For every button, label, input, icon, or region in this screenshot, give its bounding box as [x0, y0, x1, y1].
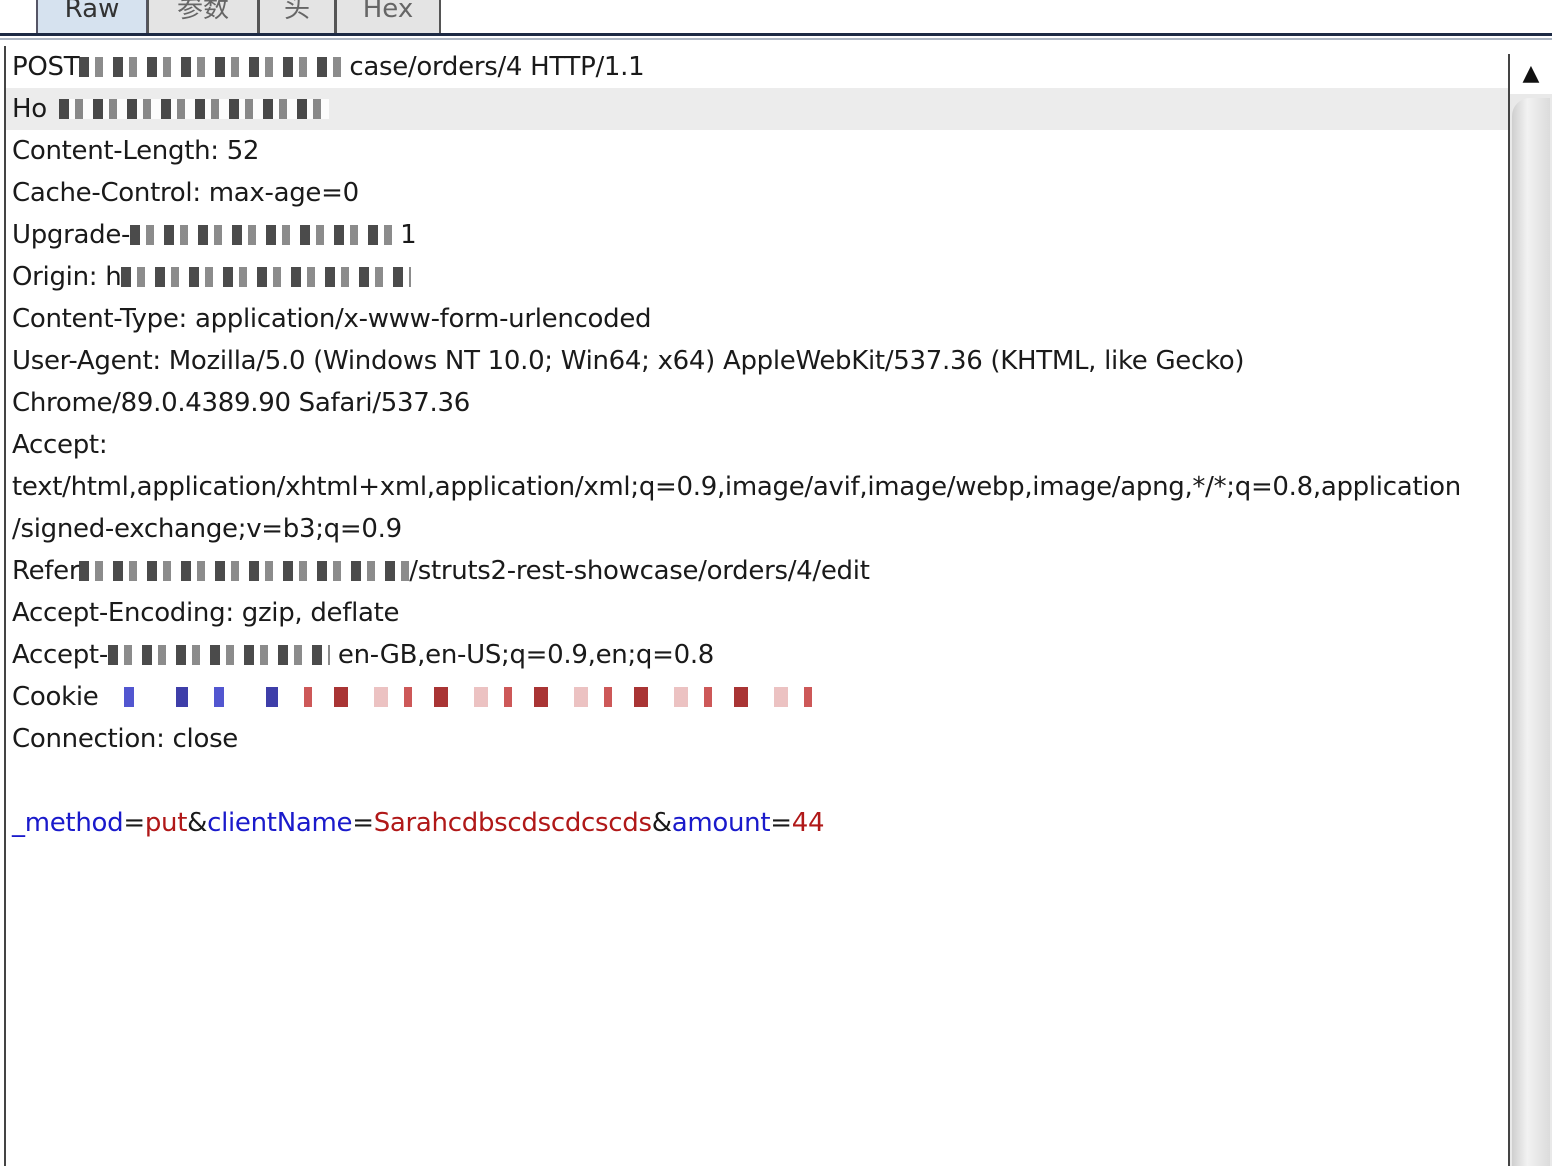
header-host: Ho	[6, 88, 1510, 130]
body-param-name: clientName	[207, 808, 353, 838]
header-origin: Origin: h	[6, 256, 1510, 298]
tab-divider-shadow	[0, 38, 1552, 40]
body-ampersand: &	[651, 808, 672, 838]
header-cookie: Cookie	[6, 676, 1510, 718]
header-accept-value: text/html,application/xhtml+xml,applicat…	[12, 472, 1461, 502]
header-cache-control: Cache-Control: max-age=0	[12, 178, 359, 208]
header-accept: Accept:	[12, 430, 108, 460]
redacted-block	[124, 687, 305, 707]
header-host-label: Ho	[12, 94, 47, 124]
message-editor-window: Raw 参数 头 Hex POST case/orders/4 HTTP/1.1 …	[0, 0, 1552, 1166]
tab-raw[interactable]: Raw	[36, 0, 148, 34]
header-upgrade-value: 1	[392, 220, 417, 250]
vertical-scrollbar[interactable]: ▲	[1508, 54, 1552, 1166]
header-accept-language-label: Accept-	[12, 640, 108, 670]
redacted-block	[79, 57, 350, 77]
body-param-value: put	[144, 808, 188, 838]
header-accept-language-value: en-GB,en-US;q=0.9,en;q=0.8	[329, 640, 715, 670]
request-path: case/orders/4 HTTP/1.1	[349, 52, 645, 82]
redacted-block	[58, 99, 329, 119]
request-body: _method=put&clientName=Sarahcdbscdscdcsc…	[6, 802, 1510, 844]
header-accept-encoding: Accept-Encoding: gzip, deflate	[12, 598, 400, 628]
redacted-block	[107, 645, 330, 665]
redacted-block	[121, 267, 412, 287]
scroll-up-arrow-icon[interactable]: ▲	[1510, 54, 1552, 94]
header-upgrade-label: Upgrade-	[12, 220, 131, 250]
tab-params[interactable]: 参数	[147, 0, 259, 34]
header-referer-label: Refer	[12, 556, 80, 586]
tab-divider	[0, 33, 1552, 36]
header-user-agent: User-Agent: Mozilla/5.0 (Windows NT 10.0…	[12, 346, 1245, 376]
body-ampersand: &	[187, 808, 208, 838]
body-equals: =	[352, 808, 374, 838]
header-referer: Refer/struts2-rest-showcase/orders/4/edi…	[6, 550, 1510, 592]
header-accept-value-cont: /signed-exchange;v=b3;q=0.9	[12, 514, 402, 544]
tab-bar: Raw 参数 头 Hex	[0, 0, 1552, 40]
redacted-block	[304, 687, 835, 707]
request-line: POST case/orders/4 HTTP/1.1	[6, 46, 1510, 88]
header-content-length: Content-Length: 52	[12, 136, 260, 166]
body-param-name: amount	[671, 808, 771, 838]
header-content-type: Content-Type: application/x-www-form-url…	[12, 304, 652, 334]
header-accept-language: Accept- en-GB,en-US;q=0.9,en;q=0.8	[6, 634, 1510, 676]
scroll-thumb[interactable]	[1512, 98, 1550, 1166]
body-param-value: 44	[791, 808, 825, 838]
body-param-name: _method	[12, 808, 124, 838]
redacted-block	[130, 225, 393, 245]
body-param-value: Sarahcdbscdscdcscds	[373, 808, 652, 838]
raw-request-editor[interactable]: POST case/orders/4 HTTP/1.1 Ho Content-Le…	[4, 46, 1510, 1166]
header-user-agent-cont: Chrome/89.0.4389.90 Safari/537.36	[12, 388, 470, 418]
redacted-block	[79, 561, 410, 581]
tab-headers[interactable]: 头	[258, 0, 336, 34]
header-origin-label: Origin: h	[12, 262, 122, 292]
tab-list: Raw 参数 头 Hex	[36, 0, 441, 34]
request-method: POST	[12, 52, 80, 82]
header-upgrade-insecure: Upgrade- 1	[6, 214, 1510, 256]
header-referer-path: /struts2-rest-showcase/orders/4/edit	[409, 556, 870, 586]
header-cookie-label: Cookie	[12, 682, 99, 712]
tab-hex[interactable]: Hex	[335, 0, 441, 34]
body-equals: =	[770, 808, 792, 838]
header-connection: Connection: close	[12, 724, 239, 754]
body-equals: =	[123, 808, 145, 838]
